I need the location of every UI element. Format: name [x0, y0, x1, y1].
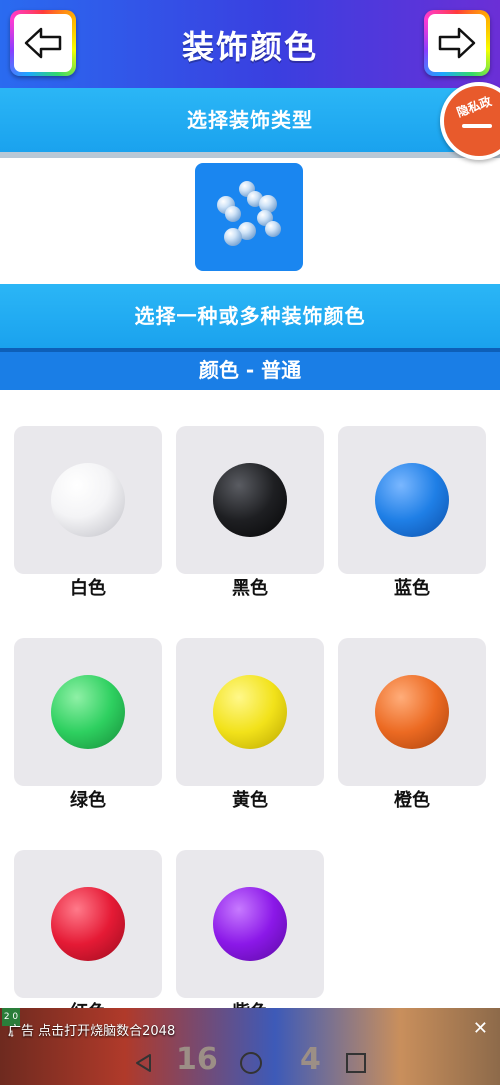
color-label: 紫色: [176, 1000, 324, 1008]
color-category-header: 颜色 - 普通: [0, 348, 500, 390]
orange-ball-icon: [375, 675, 449, 749]
forward-button[interactable]: [424, 10, 490, 76]
color-label: 黄色: [232, 790, 268, 811]
color-option-white[interactable]: 白色: [14, 426, 162, 602]
color-tile[interactable]: [176, 426, 324, 574]
top-header: 装饰颜色: [0, 0, 500, 88]
color-label: 黑色: [232, 578, 268, 599]
blue-ball-icon: [375, 463, 449, 537]
color-option-blue[interactable]: 蓝色: [338, 426, 486, 602]
red-ball-icon: [51, 887, 125, 961]
ad-text[interactable]: 广告 点击打开烧脑数合2048: [8, 1020, 175, 1039]
color-tile[interactable]: [14, 638, 162, 786]
color-select-header: 选择一种或多种装饰颜色: [0, 284, 500, 348]
ad-banner[interactable]: 2 0 4 广告 点击打开烧脑数合2048 16 4 ✕: [0, 1008, 500, 1085]
color-label: 蓝色: [394, 578, 430, 599]
color-option-red[interactable]: 红色: [14, 850, 162, 1008]
system-navigation-bar: [0, 1041, 500, 1085]
beads-icon: [217, 181, 281, 246]
color-tile[interactable]: [338, 638, 486, 786]
color-grid: 白色 黑色 蓝色 绿色 黄色 橙色 红色 紫色: [0, 390, 500, 1008]
color-option-green[interactable]: 绿色: [14, 638, 162, 814]
ad-close-icon[interactable]: ✕: [473, 1018, 488, 1039]
color-tile[interactable]: [176, 850, 324, 998]
color-tile[interactable]: [14, 850, 162, 998]
arrow-right-icon: [438, 27, 476, 59]
color-option-black[interactable]: 黑色: [176, 426, 324, 602]
color-option-purple[interactable]: 紫色: [176, 850, 324, 1008]
decoration-type-beads[interactable]: [195, 163, 303, 271]
color-option-yellow[interactable]: 黄色: [176, 638, 324, 814]
color-option-orange[interactable]: 橙色: [338, 638, 486, 814]
privacy-label: 隐私政: [454, 94, 494, 120]
black-ball-icon: [213, 463, 287, 537]
decoration-type-header: 选择装饰类型: [0, 88, 500, 158]
white-ball-icon: [51, 463, 125, 537]
back-triangle-icon[interactable]: [134, 1053, 152, 1073]
color-label: 绿色: [70, 790, 106, 811]
color-label: 红色: [14, 1000, 162, 1008]
color-tile[interactable]: [176, 638, 324, 786]
color-label: 白色: [70, 578, 106, 599]
privacy-line-icon: [462, 124, 492, 128]
purple-ball-icon: [213, 887, 287, 961]
color-label: 橙色: [394, 790, 430, 811]
recents-square-icon[interactable]: [346, 1053, 366, 1073]
green-ball-icon: [51, 675, 125, 749]
home-circle-icon[interactable]: [240, 1052, 262, 1074]
yellow-ball-icon: [213, 675, 287, 749]
color-tile[interactable]: [338, 426, 486, 574]
color-tile[interactable]: [14, 426, 162, 574]
